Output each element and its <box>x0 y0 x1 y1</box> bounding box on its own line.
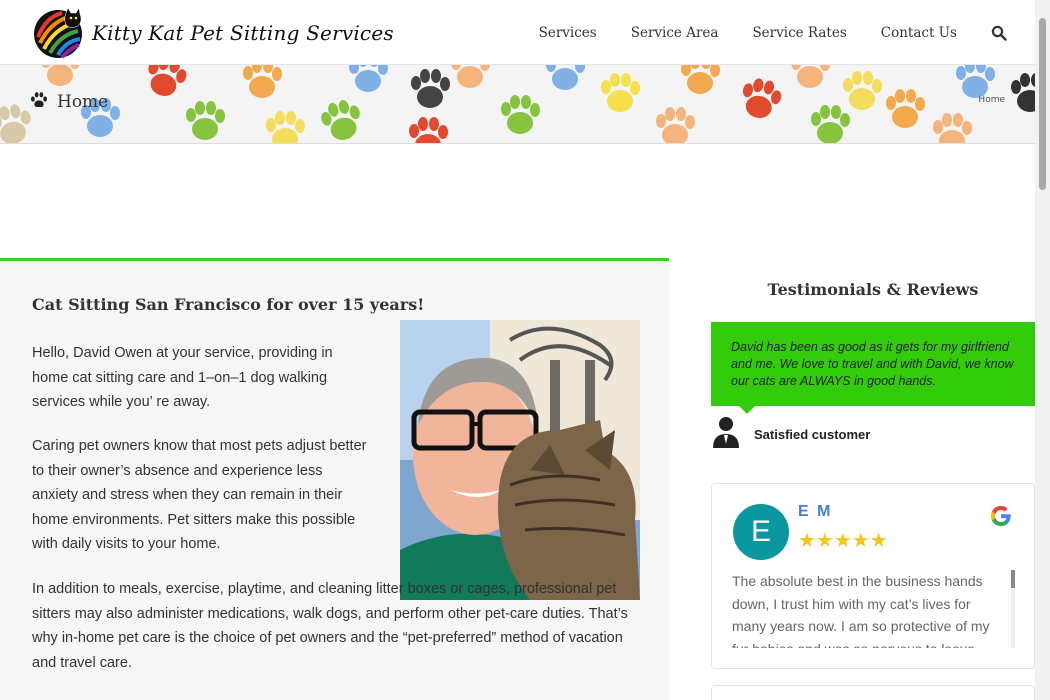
paw-icon <box>30 91 48 112</box>
main-heading: Cat Sitting San Francisco for over 15 ye… <box>32 295 425 314</box>
page-title-text: Home <box>57 91 109 112</box>
nav-services[interactable]: Services <box>539 25 597 41</box>
testimonial-pointer <box>738 405 756 414</box>
nav-service-area[interactable]: Service Area <box>631 25 719 41</box>
google-icon <box>990 505 1012 527</box>
nav-service-rates[interactable]: Service Rates <box>752 25 846 41</box>
brand-name: Kitty Kat Pet Sitting Services <box>92 21 394 45</box>
page-title-banner: Home Home <box>0 65 1035 144</box>
author-name: Satisfied customer <box>754 426 871 442</box>
google-review-card: E E M ★★★★★ The absolute best in the bus… <box>711 483 1035 669</box>
site-logo[interactable]: Kitty Kat Pet Sitting Services <box>32 7 394 59</box>
next-review-card <box>711 685 1035 700</box>
owner-with-cat-photo <box>400 320 640 600</box>
review-scrollbar[interactable] <box>1011 570 1015 648</box>
cat-logo-icon <box>32 7 84 59</box>
testimonial-author: Satisfied customer <box>712 416 870 452</box>
review-text: The absolute best in the business hands … <box>732 573 990 648</box>
site-header: Kitty Kat Pet Sitting Services Services … <box>0 0 1035 65</box>
testimonial-quote: David has been as good as it gets for my… <box>711 322 1035 406</box>
testimonials-heading: Testimonials & Reviews <box>767 280 979 299</box>
nav-contact-us[interactable]: Contact Us <box>881 25 957 41</box>
intro-paragraph: Hello, David Owen at your service, provi… <box>32 345 333 410</box>
paw-pattern-background <box>0 65 1035 143</box>
page-scrollbar[interactable] <box>1035 0 1050 700</box>
scrollbar-thumb[interactable] <box>1039 18 1046 190</box>
benefits-paragraph: Caring pet owners know that most pets ad… <box>32 438 367 552</box>
review-scrollbar-thumb[interactable] <box>1011 570 1015 588</box>
services-paragraph: In addition to meals, exercise, playtime… <box>32 581 628 671</box>
main-nav: Services Service Area Service Rates Cont… <box>505 0 1007 65</box>
breadcrumb[interactable]: Home <box>978 95 1005 105</box>
search-icon[interactable] <box>991 25 1007 41</box>
main-content: Cat Sitting San Francisco for over 15 ye… <box>0 258 669 700</box>
user-silhouette-icon <box>712 416 740 452</box>
star-rating: ★★★★★ <box>798 528 888 552</box>
page-title: Home <box>30 91 108 112</box>
avatar: E <box>733 504 789 560</box>
reviewer-name[interactable]: E M <box>798 503 832 521</box>
